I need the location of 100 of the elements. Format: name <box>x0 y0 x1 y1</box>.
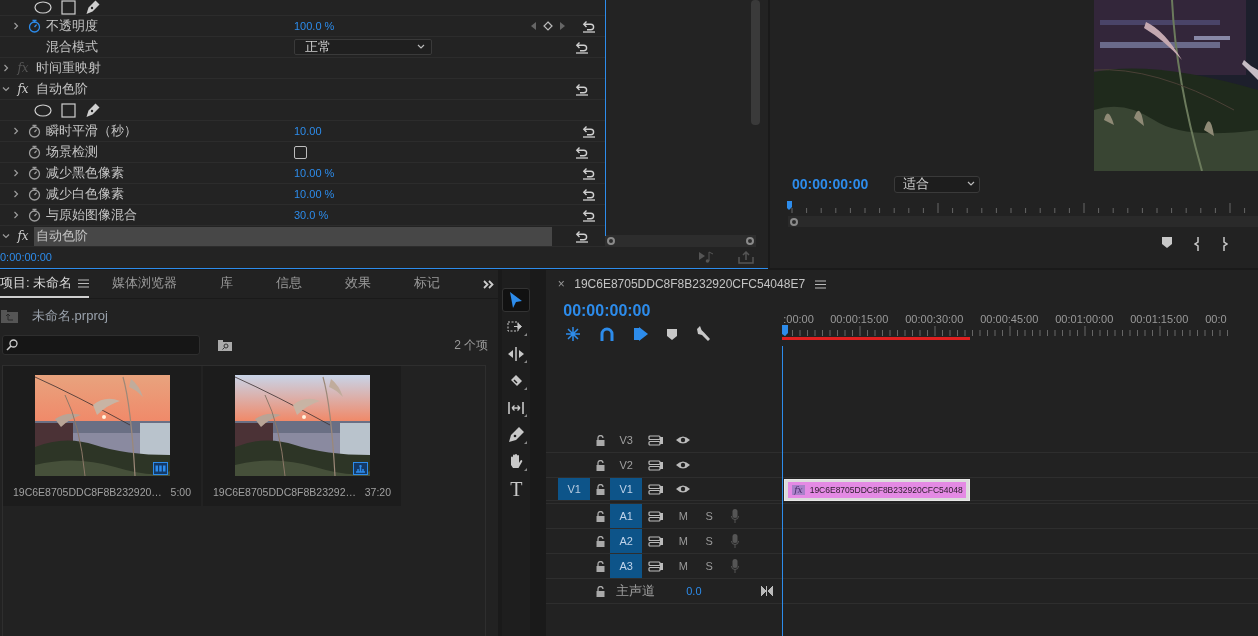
stopwatch-icon[interactable] <box>28 166 41 180</box>
sync-icon[interactable] <box>648 510 665 522</box>
track-target[interactable]: V3 <box>610 428 643 452</box>
panel-tab[interactable]: 效果 <box>345 270 372 298</box>
next-keyframe-icon[interactable] <box>559 21 566 31</box>
mark-out-icon[interactable] <box>1222 237 1228 251</box>
video-clip[interactable]: fx 19C6E8705DDC8F8B232920CFC54048 <box>784 479 971 501</box>
linked-selection-icon[interactable] <box>633 326 650 342</box>
ellipse-mask-icon[interactable] <box>34 1 52 14</box>
selection-tool-tool[interactable] <box>502 288 531 312</box>
fx-toggle[interactable]: fx <box>12 82 34 96</box>
previous-keyframe-icon[interactable] <box>530 21 537 31</box>
nest-icon[interactable] <box>565 326 582 342</box>
chevron-right-icon[interactable] <box>12 211 20 219</box>
property-value[interactable]: 30.0 % <box>294 209 530 221</box>
fx-toggle[interactable]: fx <box>12 229 34 243</box>
reset-icon[interactable] <box>582 187 596 201</box>
keyframe-diamond-icon[interactable] <box>543 21 553 31</box>
mute-button[interactable]: M <box>670 560 697 572</box>
lock-icon[interactable] <box>595 510 605 522</box>
panel-tab[interactable]: 信息 <box>276 270 303 298</box>
pen-icon[interactable] <box>85 0 100 15</box>
chevron-down-icon[interactable] <box>2 232 10 240</box>
blend-mode-dropdown[interactable]: 正常 <box>294 39 432 55</box>
marker-icon[interactable] <box>667 328 678 340</box>
sync-icon[interactable] <box>648 483 665 495</box>
solo-button[interactable]: S <box>696 535 723 547</box>
track-target[interactable]: A1 <box>610 504 643 528</box>
lock-icon[interactable] <box>595 434 605 446</box>
stopwatch-icon[interactable] <box>28 208 41 222</box>
checkbox[interactable] <box>294 145 307 159</box>
mark-in-icon[interactable] <box>1194 237 1200 251</box>
magnet-icon[interactable] <box>599 326 616 342</box>
effect-name[interactable]: 时间重映射 <box>34 58 552 78</box>
effect-name[interactable]: 自动色阶 <box>34 79 552 99</box>
wrench-icon[interactable] <box>695 326 712 342</box>
zoom-scrollbar[interactable] <box>788 216 1258 227</box>
search-field[interactable] <box>2 335 200 355</box>
chevron-right-icon[interactable] <box>12 169 20 177</box>
source-patch[interactable]: V1 <box>558 478 591 500</box>
zoom-dropdown[interactable]: 适合 <box>894 175 981 193</box>
stopwatch-icon[interactable] <box>28 187 41 201</box>
lock-icon[interactable] <box>595 560 605 572</box>
panel-tab[interactable]: 媒体浏览器 <box>112 270 178 298</box>
panel-tab[interactable]: 项目: 未命名 <box>0 270 90 298</box>
zoom-scrollbar[interactable] <box>605 235 756 247</box>
reset-icon[interactable] <box>575 229 589 243</box>
overflow-icon[interactable] <box>483 279 495 289</box>
solo-button[interactable]: S <box>696 510 723 522</box>
chevron-right-icon[interactable] <box>12 22 20 30</box>
reset-icon[interactable] <box>582 208 596 222</box>
sync-icon[interactable] <box>648 560 665 572</box>
sync-icon[interactable] <box>648 434 665 446</box>
stopwatch-icon[interactable] <box>28 124 41 138</box>
stopwatch-icon[interactable] <box>28 145 41 159</box>
timecode[interactable]: 00:00:00:00 <box>563 302 783 320</box>
chevron-right-icon[interactable] <box>2 64 10 72</box>
mute-button[interactable]: M <box>670 535 697 547</box>
eye-icon[interactable] <box>675 484 692 494</box>
sync-icon[interactable] <box>648 535 665 547</box>
reset-icon[interactable] <box>582 19 596 33</box>
sync-icon[interactable] <box>648 459 665 471</box>
playhead-line[interactable] <box>782 346 784 636</box>
track-target[interactable]: A2 <box>610 529 643 553</box>
chevron-right-icon[interactable] <box>12 127 20 135</box>
rectangle-mask-icon[interactable] <box>61 0 76 15</box>
effect-name[interactable]: 自动色阶 <box>34 226 552 246</box>
lock-icon[interactable] <box>595 585 605 597</box>
menu-icon[interactable] <box>78 278 90 288</box>
track-target[interactable]: V1 <box>610 478 643 500</box>
lock-icon[interactable] <box>595 459 605 471</box>
fit-icon[interactable] <box>761 585 774 597</box>
property-value[interactable]: 10.00 <box>294 125 530 137</box>
sequence-title[interactable]: 19C6E8705DDC8F8B232920CFC54048E7 <box>574 277 806 291</box>
reset-icon[interactable] <box>575 82 589 96</box>
rectangle-mask-icon[interactable] <box>61 102 76 118</box>
reset-icon[interactable] <box>575 40 589 54</box>
type-tool[interactable]: T <box>502 477 531 501</box>
find-in-bin-icon[interactable] <box>218 339 232 351</box>
panel-tab[interactable]: 库 <box>220 270 234 298</box>
volume-value[interactable]: 0.0 <box>686 585 762 597</box>
timecode[interactable]: 0:00:00:00 <box>0 251 52 263</box>
media-item[interactable]: 19C6E8705DDC8F8B232920… 5:00 <box>3 366 201 506</box>
eye-icon[interactable] <box>675 460 692 470</box>
chevron-down-icon[interactable] <box>2 85 10 93</box>
stopwatch-icon[interactable] <box>28 19 41 33</box>
media-item[interactable]: 19C6E8705DDC8F8B23292… 37:20 <box>203 366 401 506</box>
track-target[interactable]: V2 <box>610 453 643 477</box>
property-value[interactable]: 10.00 % <box>294 188 530 200</box>
pen-icon[interactable] <box>85 102 100 118</box>
reset-icon[interactable] <box>582 124 596 138</box>
track-target[interactable]: A3 <box>610 554 643 578</box>
lock-icon[interactable] <box>595 483 605 495</box>
ellipse-mask-icon[interactable] <box>34 103 52 117</box>
timecode[interactable]: 00:00:00:00 <box>792 176 869 192</box>
lock-icon[interactable] <box>595 535 605 547</box>
panel-tab[interactable]: 标记 <box>414 270 441 298</box>
reset-icon[interactable] <box>575 145 589 159</box>
time-ruler[interactable] <box>782 325 1229 336</box>
solo-button[interactable]: S <box>696 560 723 572</box>
